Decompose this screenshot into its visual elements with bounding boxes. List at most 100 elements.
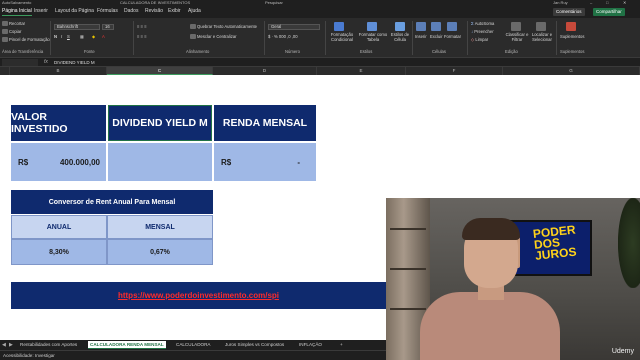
income-value: - xyxy=(297,157,300,167)
background-plant xyxy=(618,198,640,288)
presenter-hair xyxy=(462,218,520,240)
underline-button[interactable]: S xyxy=(67,34,70,39)
styles-group-label: Estilos xyxy=(360,49,373,54)
separator xyxy=(50,21,51,55)
currency-icon[interactable]: $ · % 000 ,0 ,00 xyxy=(268,34,298,39)
column-header-c[interactable]: C xyxy=(107,67,213,75)
column-header-f[interactable]: F xyxy=(406,67,503,75)
column-header-b[interactable]: B xyxy=(10,67,107,75)
insert-cells-button[interactable]: Inserir xyxy=(415,34,427,39)
sort-filter-button[interactable]: Classificar e Filtrar xyxy=(503,32,531,42)
paintbrush-icon xyxy=(2,37,8,43)
column-header-e[interactable]: E xyxy=(317,67,406,75)
format-table-icon[interactable] xyxy=(367,22,377,31)
autosum-button[interactable]: Σ AutoSoma xyxy=(471,21,494,26)
bold-button[interactable]: N xyxy=(54,34,57,39)
sheet-tab-rentabilidades[interactable]: Rentabilidades com Aportes xyxy=(18,341,79,349)
separator xyxy=(325,21,326,55)
cell-dividend-yield[interactable] xyxy=(108,143,212,181)
clipboard-group-label: Área de Transferência xyxy=(2,49,44,54)
format-cells-button[interactable]: Formatar xyxy=(444,34,461,39)
copy-button[interactable]: Copiar xyxy=(2,29,21,35)
cut-button[interactable]: Recortar xyxy=(2,21,25,27)
format-as-table-button[interactable]: Formatar como Tabela xyxy=(358,32,388,42)
accessibility-status[interactable]: Acessibilidade: Investigar xyxy=(3,352,55,360)
fill-color-icon[interactable]: ◆ xyxy=(92,34,95,39)
wrap-text-button[interactable]: Quebrar Texto Automaticamente xyxy=(190,24,257,30)
separator xyxy=(556,21,557,55)
number-format-select[interactable]: Geral xyxy=(268,24,320,30)
link-banner: https://www.poderdoinvestimento.com/spi xyxy=(11,282,386,309)
website-link[interactable]: https://www.poderdoinvestimento.com/spi xyxy=(118,291,279,300)
cell-styles-button[interactable]: Estilos de Célula xyxy=(388,32,412,42)
font-size-select[interactable]: 16 xyxy=(102,24,114,30)
conditional-format-button[interactable]: Formatação Condicional xyxy=(327,32,357,42)
alignment-group-label: Alinhamento xyxy=(186,49,210,54)
cell-renda-mensal[interactable]: R$ - xyxy=(214,143,316,181)
delete-cells-icon[interactable] xyxy=(431,22,441,31)
column-header-d[interactable]: D xyxy=(213,67,317,75)
formula-input[interactable]: DIVIDEND YIELD M xyxy=(54,59,634,66)
cells-group-label: Células xyxy=(432,49,446,54)
udemy-watermark: Udemy xyxy=(611,348,634,355)
tab-help[interactable]: Ajuda xyxy=(188,8,201,14)
cell-valor-investido[interactable]: R$ 400.000,00 xyxy=(11,143,106,181)
converter-annual-label: ANUAL xyxy=(11,215,107,239)
sheet-tab-calculadora[interactable]: CALCULADORA xyxy=(174,341,212,349)
sheet-tab-calculadora-renda[interactable]: CALCULADORA RENDA MENSAL xyxy=(88,341,166,349)
addins-icon[interactable] xyxy=(566,22,576,31)
find-select-icon[interactable] xyxy=(536,22,546,31)
addins-button[interactable]: Suplementos xyxy=(560,34,584,39)
tab-data[interactable]: Dados xyxy=(124,8,138,14)
italic-button[interactable]: I xyxy=(61,34,62,39)
fx-icon[interactable]: fx xyxy=(44,59,48,65)
select-all-corner[interactable] xyxy=(0,67,10,75)
comments-button[interactable]: Comentários xyxy=(553,8,585,16)
align-left-icon[interactable]: ≡ ≡ ≡ xyxy=(137,34,147,39)
cell-styles-icon[interactable] xyxy=(395,22,405,31)
name-box[interactable] xyxy=(2,59,38,66)
delete-cells-button[interactable]: Excluir xyxy=(430,34,443,39)
insert-cells-icon[interactable] xyxy=(416,22,426,31)
converter-annual-value[interactable]: 8,30% xyxy=(11,239,107,265)
sheet-tabs: ◀ ▶ Rentabilidades com Aportes CALCULADO… xyxy=(0,340,386,350)
header-valor-investido[interactable]: VALOR INVESTIDO xyxy=(11,105,106,141)
header-renda-mensal[interactable]: RENDA MENSAL xyxy=(214,105,316,141)
clear-button[interactable]: ◇ Limpar xyxy=(471,37,488,42)
font-name-select[interactable]: Bahnschrift xyxy=(54,24,100,30)
tv-text: PODER DOS JUROS xyxy=(532,222,578,263)
borders-icon[interactable]: ▦ xyxy=(80,34,84,39)
share-button[interactable]: Compartilhar xyxy=(593,8,625,16)
tab-formulas[interactable]: Fórmulas xyxy=(97,8,118,14)
currency-symbol: R$ xyxy=(18,157,29,167)
find-select-button[interactable]: Localizar e Selecionar xyxy=(528,32,556,42)
prev-sheet-icon[interactable]: ◀ xyxy=(2,341,6,349)
conditional-format-icon[interactable] xyxy=(334,22,344,31)
tab-insert[interactable]: Inserir xyxy=(34,8,48,14)
header-dividend-yield[interactable]: DIVIDEND YIELD M xyxy=(108,105,212,141)
sort-filter-icon[interactable] xyxy=(511,22,521,31)
converter-monthly-value[interactable]: 0,67% xyxy=(107,239,213,265)
currency-symbol: R$ xyxy=(221,157,232,167)
status-bar: Acessibilidade: Investigar xyxy=(0,350,386,360)
format-cells-icon[interactable] xyxy=(447,22,457,31)
merge-center-button[interactable]: Mesclar e Centralizar xyxy=(190,34,237,40)
sheet-tab-inflacao[interactable]: INFLAÇÃO xyxy=(297,341,324,349)
invested-value: 400.000,00 xyxy=(59,157,100,167)
sheet-tab-juros[interactable]: Juros Simples vs Compostos xyxy=(223,341,286,349)
fill-button[interactable]: ↓ Preencher xyxy=(471,29,494,34)
align-top-icon[interactable]: ≡ ≡ ≡ xyxy=(137,24,147,29)
scissors-icon xyxy=(2,21,8,27)
merge-icon xyxy=(190,34,196,40)
tab-home[interactable]: Página Inicial xyxy=(2,8,32,16)
column-header-g[interactable]: G xyxy=(503,67,640,75)
converter-title: Conversor de Rent Anual Para Mensal xyxy=(11,190,213,214)
next-sheet-icon[interactable]: ▶ xyxy=(9,341,13,349)
tab-page-layout[interactable]: Layout da Página xyxy=(55,8,94,14)
tab-view[interactable]: Exibir xyxy=(168,8,181,14)
font-color-icon[interactable]: A xyxy=(102,34,105,39)
tab-review[interactable]: Revisão xyxy=(145,8,163,14)
add-sheet-button[interactable]: + xyxy=(338,341,345,349)
format-painter-button[interactable]: Pincel de Formatação xyxy=(2,37,50,43)
converter-monthly-label: MENSAL xyxy=(107,215,213,239)
